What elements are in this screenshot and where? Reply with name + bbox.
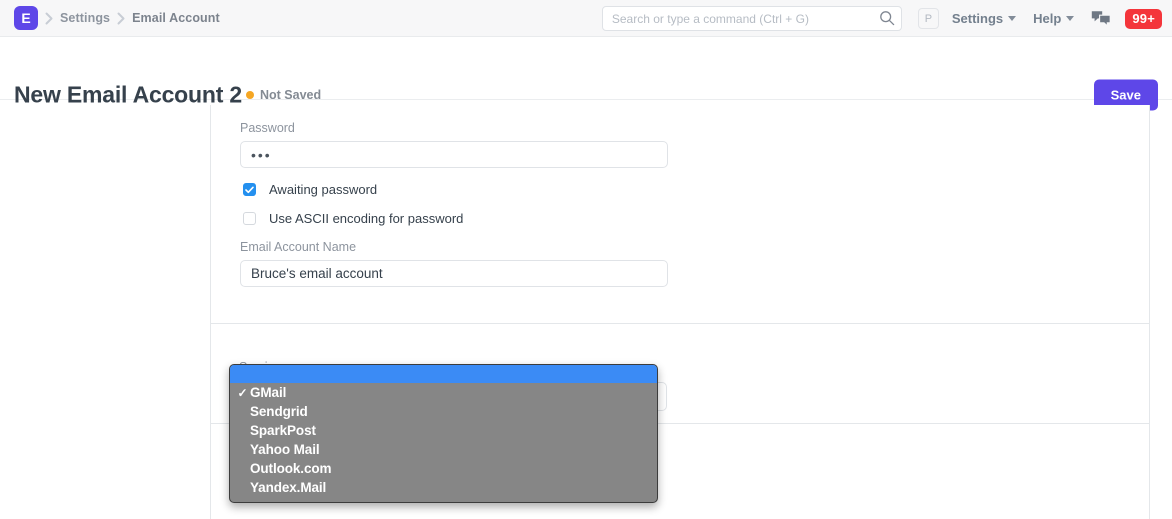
notification-badge[interactable]: 99+ (1125, 9, 1162, 29)
status-dot-icon (246, 91, 254, 99)
awaiting-password-checkbox[interactable] (243, 183, 256, 196)
dropdown-option-sendgrid[interactable]: Sendgrid (230, 402, 657, 421)
app-logo-icon[interactable]: E (14, 6, 38, 30)
navbar-menu-settings[interactable]: Settings (952, 11, 1016, 26)
awaiting-password-checkbox-row[interactable]: Awaiting password (243, 182, 1149, 197)
dropdown-option-label: Yahoo Mail (250, 442, 320, 457)
avatar[interactable]: P (918, 8, 939, 29)
chevron-down-icon (1008, 16, 1016, 21)
email-account-name-label: Email Account Name (240, 240, 1149, 254)
search-icon[interactable] (879, 10, 895, 26)
chevron-right-icon (38, 12, 60, 25)
status-badge: Not Saved (246, 88, 321, 102)
chevron-down-icon (1066, 16, 1074, 21)
awaiting-password-label: Awaiting password (269, 182, 377, 197)
dropdown-option-gmail[interactable]: ✓ GMail (230, 383, 657, 402)
ascii-encoding-label: Use ASCII encoding for password (269, 211, 463, 226)
check-icon: ✓ (235, 386, 250, 400)
dropdown-option-label: Outlook.com (250, 461, 331, 476)
dropdown-option-label: GMail (250, 385, 286, 400)
email-account-name-field-group: Email Account Name (240, 240, 1149, 287)
form-section-credentials: Password ••• Awaiting password Use ASCII… (211, 105, 1149, 323)
page-titlebar: New Email Account 2 Not Saved Save (0, 37, 1172, 100)
ascii-encoding-checkbox-row[interactable]: Use ASCII encoding for password (243, 211, 1149, 226)
navbar-menu-help[interactable]: Help (1033, 11, 1074, 26)
chevron-right-icon (110, 12, 132, 25)
breadcrumb-item-email-account[interactable]: Email Account (132, 11, 220, 25)
password-input[interactable]: ••• (240, 141, 668, 168)
breadcrumb: E Settings Email Account (0, 6, 220, 30)
email-account-name-input[interactable] (240, 260, 668, 287)
service-dropdown-popup[interactable]: ✓ GMail Sendgrid SparkPost Yahoo Mail Ou… (229, 364, 658, 503)
password-label: Password (240, 121, 1149, 135)
password-field-group: Password ••• (240, 121, 1149, 168)
page-title: New Email Account 2 (14, 82, 242, 109)
dropdown-option-label: Sendgrid (250, 404, 308, 419)
dropdown-option-blank[interactable] (230, 365, 657, 383)
navbar-menu-help-label: Help (1033, 11, 1061, 26)
dropdown-option-sparkpost[interactable]: SparkPost (230, 421, 657, 440)
dropdown-option-label: SparkPost (250, 423, 316, 438)
breadcrumb-item-settings[interactable]: Settings (60, 11, 110, 25)
navbar-menu-settings-label: Settings (952, 11, 1003, 26)
navbar-right-group: P Settings Help 99+ (602, 0, 1162, 37)
dropdown-option-yandex-mail[interactable]: Yandex.Mail (230, 478, 657, 497)
dropdown-option-outlook-com[interactable]: Outlook.com (230, 459, 657, 478)
chat-bubbles-icon[interactable] (1091, 10, 1111, 27)
status-badge-label: Not Saved (260, 88, 321, 102)
top-navbar: E Settings Email Account P Settings Help (0, 0, 1172, 37)
dropdown-option-label: Yandex.Mail (250, 480, 326, 495)
search-box[interactable] (602, 6, 902, 31)
dropdown-option-yahoo-mail[interactable]: Yahoo Mail (230, 440, 657, 459)
search-input[interactable] (602, 6, 902, 31)
ascii-encoding-checkbox[interactable] (243, 212, 256, 225)
